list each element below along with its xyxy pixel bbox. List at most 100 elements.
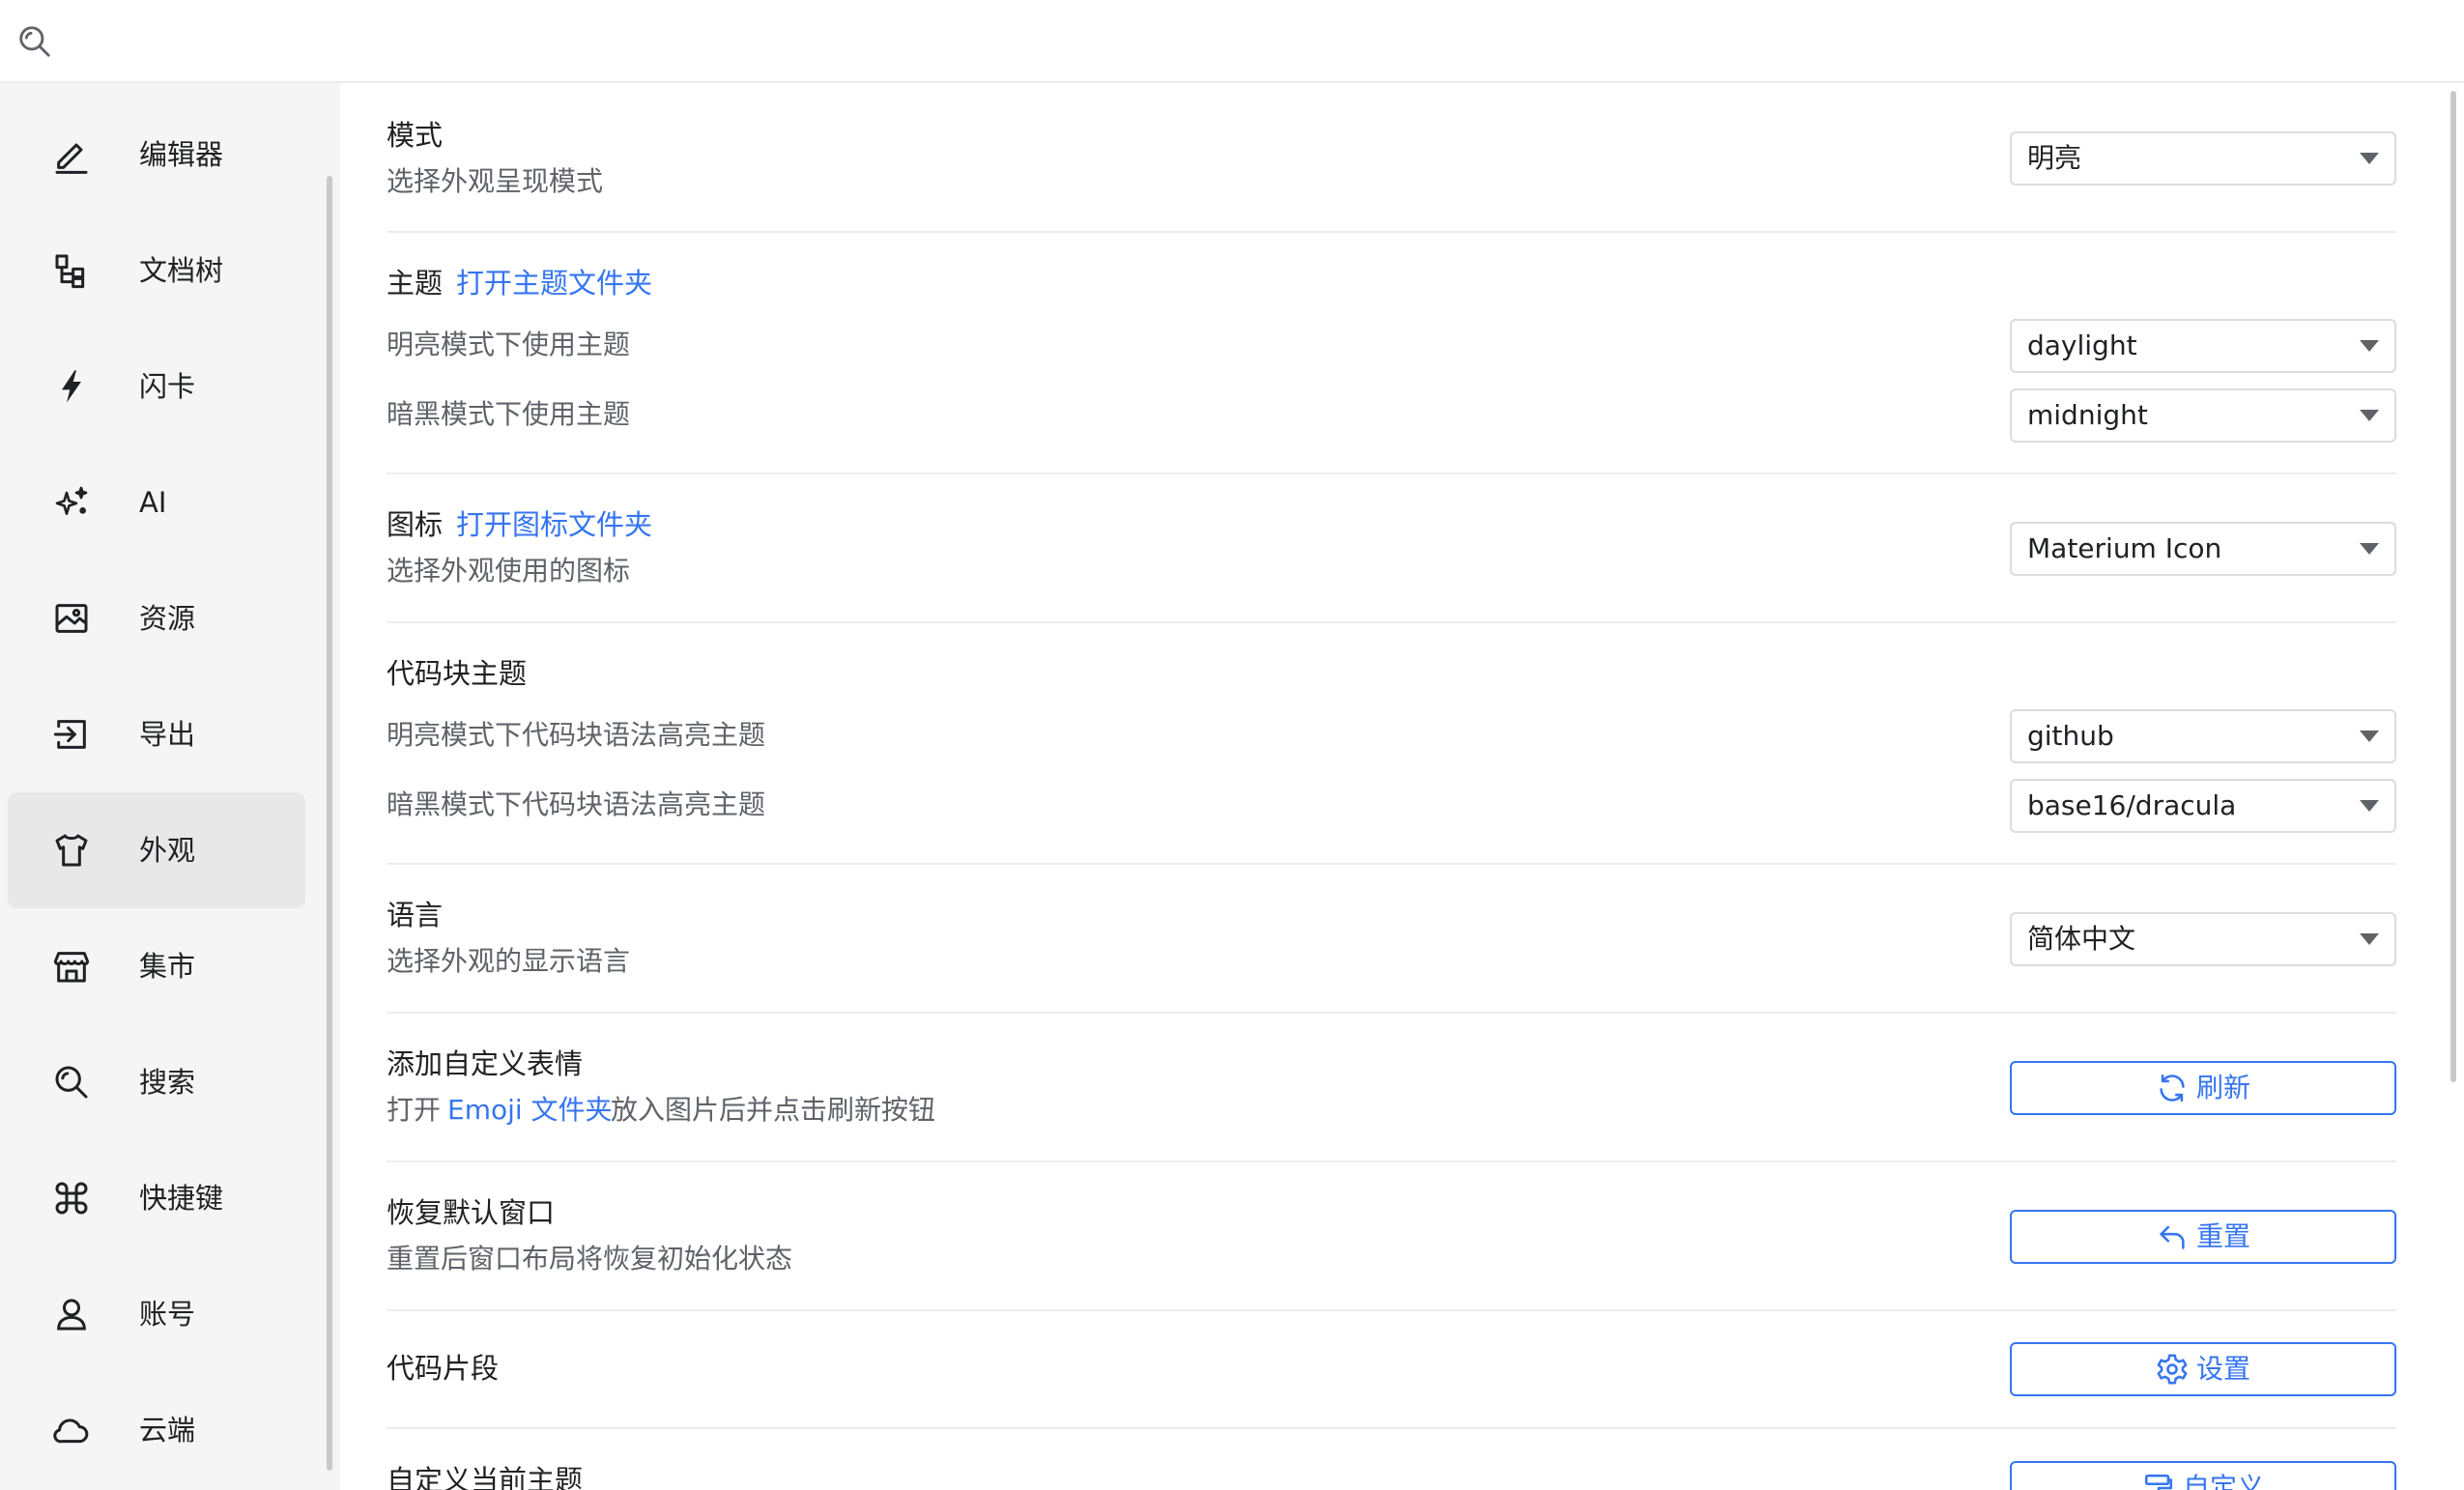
language-title: 语言	[387, 899, 444, 931]
theme-light-desc: 明亮模式下使用主题	[387, 329, 631, 360]
code-theme-dark-select[interactable]: base16/dracula	[2010, 779, 2396, 833]
open-theme-folder-link[interactable]: 打开主题文件夹	[456, 262, 652, 304]
search-bar	[0, 0, 2464, 83]
content-scrollbar[interactable]	[2450, 91, 2456, 1082]
code-theme-title: 代码块主题	[387, 657, 528, 690]
sidebar-item-flashcard[interactable]: 闪卡	[8, 329, 305, 444]
caret-down-icon	[2360, 543, 2379, 555]
pencil-icon	[55, 143, 88, 174]
icon-desc: 选择外观使用的图标	[387, 555, 631, 587]
sidebar-item-label: 导出	[139, 718, 196, 751]
sidebar-item-appearance[interactable]: 外观	[8, 792, 305, 908]
sidebar-item-search[interactable]: 搜索	[8, 1024, 305, 1140]
theme-light-select-value: daylight	[2027, 330, 2137, 361]
caret-down-icon	[2360, 153, 2379, 164]
code-theme-light-select-value: github	[2027, 720, 2114, 752]
emoji-folder-link[interactable]: Emoji 文件夹	[447, 1089, 613, 1132]
customize-theme-button[interactable]: 自定义	[2010, 1461, 2396, 1490]
sidebar-item-keymap[interactable]: 快捷键	[8, 1140, 305, 1256]
undo-icon	[2160, 1225, 2185, 1249]
theme-light-select[interactable]: daylight	[2010, 319, 2396, 373]
sidebar-scrollbar[interactable]	[327, 176, 332, 1471]
refresh-button-label: 刷新	[2195, 1072, 2250, 1103]
sidebar-item-label: 快捷键	[139, 1182, 224, 1215]
code-theme-light-desc: 明亮模式下代码块语法高亮主题	[387, 719, 766, 751]
sidebar-item-assets[interactable]: 资源	[8, 560, 305, 676]
language-select-value: 简体中文	[2027, 923, 2136, 955]
divider	[387, 1012, 2396, 1014]
caret-down-icon	[2360, 731, 2379, 742]
reset-button[interactable]: 重置	[2010, 1210, 2396, 1264]
lightning-icon	[62, 370, 81, 403]
sidebar-item-ai[interactable]: AI	[8, 444, 305, 560]
theme-dark-desc: 暗黑模式下使用主题	[387, 398, 631, 430]
refresh-button[interactable]: 刷新	[2010, 1061, 2396, 1115]
caret-down-icon	[2360, 410, 2379, 421]
emoji-title: 添加自定义表情	[387, 1047, 584, 1080]
divider	[387, 1160, 2396, 1162]
settings-window: 编辑器 文档树 闪卡 AI 资源 导出 外观 集市 搜索 快捷键 账号 云端 模…	[0, 0, 2464, 1490]
sidebar-item-label: 文档树	[139, 254, 224, 287]
sidebar: 编辑器 文档树 闪卡 AI 资源 导出 外观 集市 搜索 快捷键 账号 云端	[0, 83, 340, 1490]
gear-icon	[2157, 1354, 2188, 1385]
emoji-desc-suffix: 放入图片后并点击刷新按钮	[611, 1094, 936, 1126]
code-theme-dark-select-value: base16/dracula	[2027, 789, 2237, 821]
sidebar-item-export[interactable]: 导出	[8, 676, 305, 792]
divider	[387, 863, 2396, 865]
search-icon	[55, 1066, 88, 1099]
caret-down-icon	[2360, 800, 2379, 812]
icon-title: 图标	[387, 508, 444, 541]
theme-title: 主题	[387, 267, 444, 300]
window-title: 恢复默认窗口	[387, 1196, 556, 1229]
code-theme-dark-desc: 暗黑模式下代码块语法高亮主题	[387, 788, 766, 820]
custom-theme-title: 自定义当前主题	[387, 1464, 584, 1490]
language-desc: 选择外观的显示语言	[387, 945, 631, 977]
user-icon	[57, 1299, 86, 1331]
sidebar-item-bazaar[interactable]: 集市	[8, 908, 305, 1024]
open-icon-folder-link[interactable]: 打开图标文件夹	[456, 503, 652, 546]
refresh-icon	[2160, 1074, 2185, 1103]
sidebar-item-label: 外观	[139, 834, 196, 867]
sidebar-item-cloud[interactable]: 云端	[8, 1372, 305, 1488]
divider	[387, 231, 2396, 233]
sparkles-icon	[55, 486, 88, 515]
theme-dark-select[interactable]: midnight	[2010, 388, 2396, 443]
mode-title: 模式	[387, 119, 444, 152]
search-input[interactable]	[70, 17, 2392, 68]
divider	[387, 1309, 2396, 1311]
divider	[387, 473, 2396, 474]
sidebar-item-label: 资源	[139, 602, 196, 635]
divider	[387, 1427, 2396, 1429]
emoji-desc-prefix: 打开	[387, 1094, 442, 1126]
caret-down-icon	[2360, 933, 2379, 945]
code-theme-light-select[interactable]: github	[2010, 709, 2396, 763]
sidebar-item-label: 云端	[139, 1414, 196, 1447]
command-icon	[55, 1182, 88, 1215]
icon-select-value: Materium Icon	[2027, 532, 2222, 564]
mode-desc: 选择外观呈现模式	[387, 165, 604, 197]
sidebar-item-account[interactable]: 账号	[8, 1256, 305, 1372]
snippets-settings-button[interactable]: 设置	[2010, 1342, 2396, 1396]
shop-icon	[53, 952, 90, 983]
mode-select[interactable]: 明亮	[2010, 131, 2396, 186]
sidebar-item-label: AI	[139, 486, 167, 519]
export-icon	[53, 720, 86, 749]
customize-button-label: 自定义	[2182, 1472, 2264, 1490]
icon-select[interactable]: Materium Icon	[2010, 522, 2396, 576]
divider	[387, 621, 2396, 623]
sidebar-item-label: 账号	[139, 1298, 196, 1331]
snippets-title: 代码片段	[387, 1352, 500, 1385]
theme-dark-select-value: midnight	[2027, 399, 2148, 431]
sidebar-item-file-tree[interactable]: 文档树	[8, 213, 305, 329]
reset-button-label: 重置	[2195, 1220, 2250, 1252]
file-tree-icon	[55, 254, 85, 289]
brush-icon	[2144, 1474, 2173, 1490]
mode-select-value: 明亮	[2027, 142, 2082, 174]
snippets-button-label: 设置	[2195, 1353, 2250, 1385]
search-icon	[19, 26, 50, 57]
sidebar-item-label: 闪卡	[139, 370, 196, 403]
language-select[interactable]: 简体中文	[2010, 912, 2396, 966]
sidebar-item-label: 搜索	[139, 1066, 196, 1099]
sidebar-item-editor[interactable]: 编辑器	[8, 97, 305, 213]
sidebar-item-label: 集市	[139, 950, 196, 983]
